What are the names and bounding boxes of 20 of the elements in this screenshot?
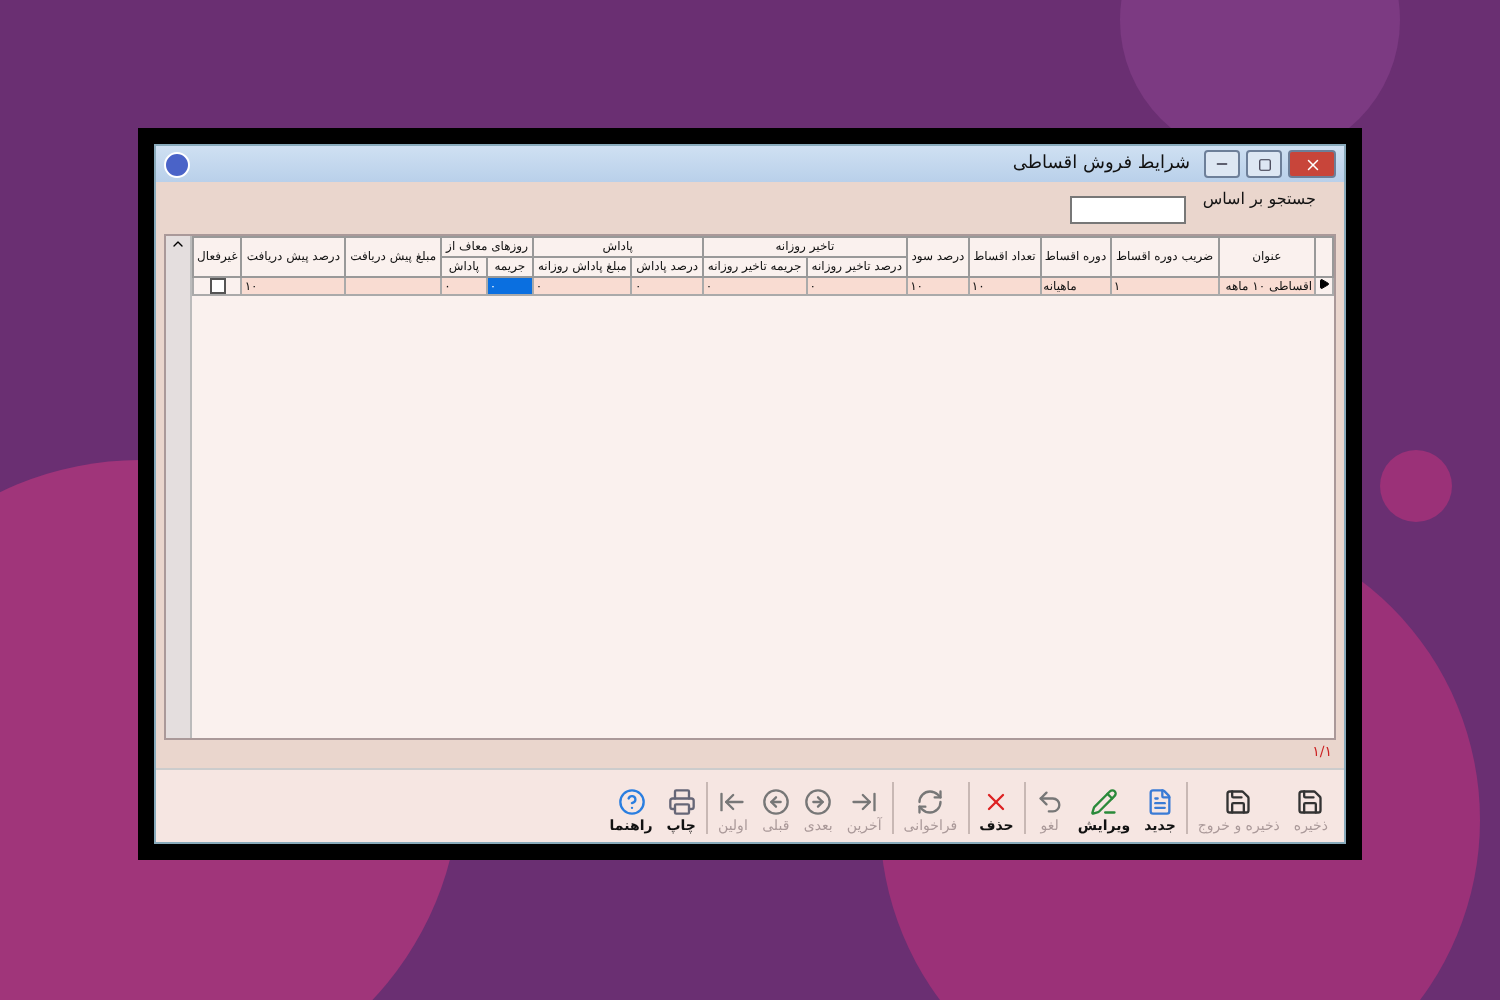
close-icon — [1303, 155, 1321, 173]
document-icon — [1146, 788, 1175, 816]
window-title: شرایط فروش اقساطی — [1012, 154, 1190, 174]
close-button[interactable] — [1288, 150, 1336, 178]
app-icon — [164, 151, 190, 177]
refresh-icon — [916, 788, 945, 816]
undo-icon — [1035, 788, 1064, 816]
help-icon — [617, 788, 646, 816]
arrow-to-line-icon — [850, 788, 879, 816]
minimize-button[interactable] — [1204, 150, 1240, 178]
scrollbar[interactable] — [166, 236, 192, 738]
scroll-up-icon — [170, 236, 186, 252]
search-label: جستجو بر اساس — [1202, 190, 1316, 208]
background-circle — [1380, 450, 1452, 522]
pencil-icon — [1090, 788, 1118, 816]
search-field[interactable] — [1070, 196, 1187, 224]
arrow-to-line-icon — [718, 788, 747, 816]
maximize-icon — [1257, 157, 1271, 171]
printer-icon — [667, 788, 696, 816]
maximize-button[interactable] — [1246, 150, 1282, 178]
